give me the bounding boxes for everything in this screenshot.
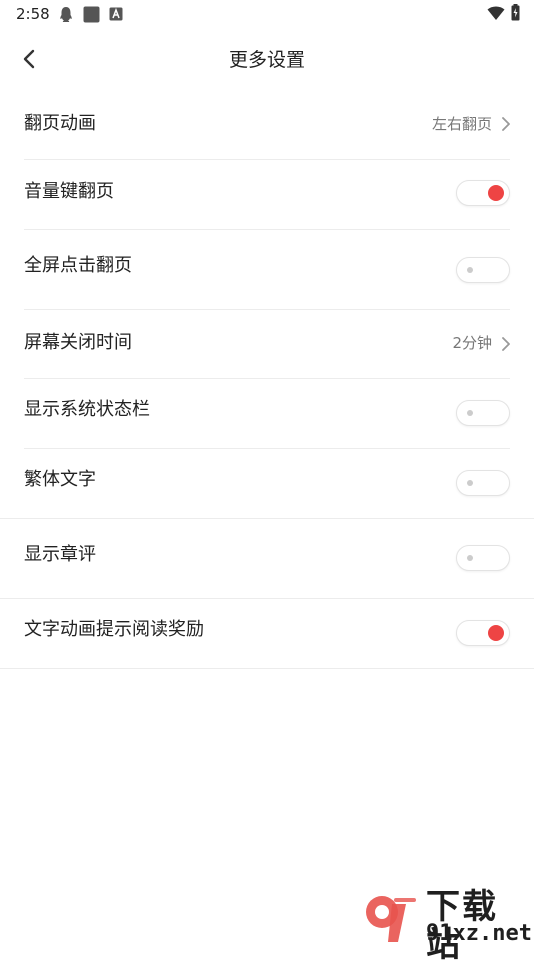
setting-label: 屏幕关闭时间 — [24, 332, 132, 353]
chevron-right-icon — [502, 337, 510, 351]
setting-value: 2分钟 — [452, 334, 492, 352]
setting-label: 翻页动画 — [24, 113, 96, 134]
status-time: 2:58 — [16, 5, 50, 23]
app-square-icon — [83, 6, 100, 23]
setting-row-fullscreen-tap-page-turn[interactable]: 全屏点击翻页 — [0, 230, 534, 310]
toggle-knob — [467, 480, 473, 486]
setting-row-reading-reward-animation[interactable]: 文字动画提示阅读奖励 — [0, 599, 534, 669]
chevron-right-icon — [502, 117, 510, 131]
status-bar: 2:58 — [0, 0, 534, 28]
setting-label: 文字动画提示阅读奖励 — [24, 619, 204, 640]
page-title: 更多设置 — [228, 49, 305, 71]
setting-row-traditional-chinese[interactable]: 繁体文字 — [0, 449, 534, 519]
watermark: 下载站 91xz.net — [362, 888, 532, 964]
volume-key-toggle[interactable] — [456, 180, 510, 206]
reading-reward-toggle[interactable] — [456, 620, 510, 646]
setting-row-volume-key-page-turn[interactable]: 音量键翻页 — [0, 160, 534, 230]
setting-label: 全屏点击翻页 — [24, 255, 132, 276]
wifi-icon — [487, 6, 505, 20]
watermark-url: 91xz.net — [426, 921, 532, 946]
setting-row-show-chapter-comments[interactable]: 显示章评 — [0, 519, 534, 599]
qq-icon — [60, 7, 72, 22]
toggle-knob — [467, 555, 473, 561]
a-box-icon — [109, 7, 123, 21]
setting-row-show-system-status-bar[interactable]: 显示系统状态栏 — [0, 379, 534, 449]
toggle-knob — [467, 267, 473, 273]
setting-value: 左右翻页 — [431, 115, 492, 133]
app-header: 更多设置 — [0, 36, 534, 80]
traditional-chinese-toggle[interactable] — [456, 470, 510, 496]
setting-label: 音量键翻页 — [24, 181, 114, 202]
fullscreen-tap-toggle[interactable] — [456, 257, 510, 283]
chapter-comments-toggle[interactable] — [456, 545, 510, 571]
divider — [0, 668, 534, 669]
setting-label: 显示章评 — [24, 544, 96, 565]
setting-label: 显示系统状态栏 — [24, 399, 150, 420]
toggle-knob — [488, 185, 504, 201]
toggle-knob — [488, 625, 504, 641]
setting-label: 繁体文字 — [24, 469, 96, 490]
setting-row-screen-timeout[interactable]: 屏幕关闭时间 2分钟 — [0, 310, 534, 380]
setting-row-page-turn-animation[interactable]: 翻页动画 左右翻页 — [0, 90, 534, 160]
toggle-knob — [467, 410, 473, 416]
watermark-logo-icon — [366, 896, 416, 942]
battery-icon — [511, 4, 520, 21]
status-bar-toggle[interactable] — [456, 400, 510, 426]
